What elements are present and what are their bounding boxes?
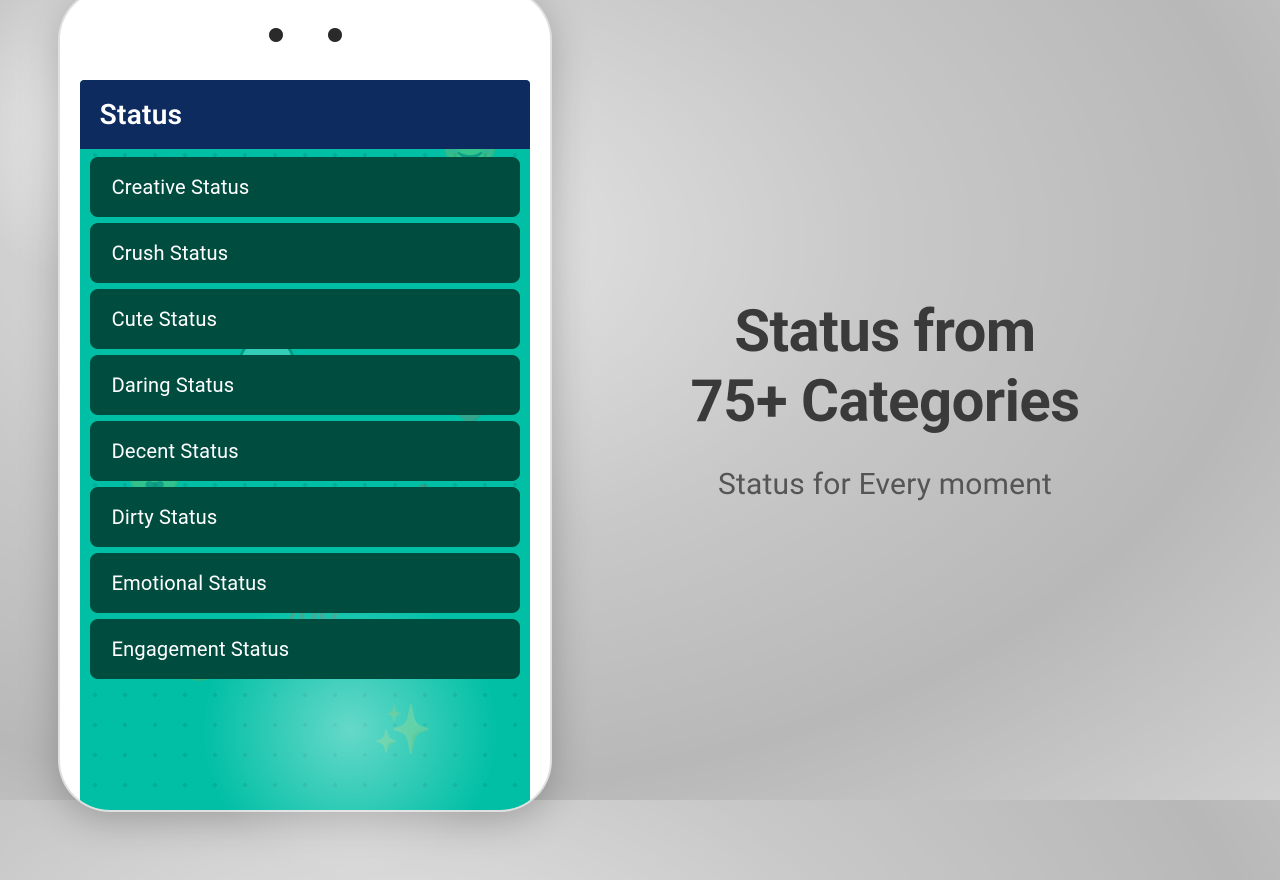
menu-item-daring[interactable]: Daring Status <box>90 355 521 415</box>
menu-list: Creative Status Crush Status Cute Status Da… <box>80 149 531 810</box>
app-header-title: Status <box>100 98 183 131</box>
promo-subtitle: Status for Every moment <box>718 467 1052 502</box>
menu-item-engagement[interactable]: Engagement Status <box>90 619 521 679</box>
menu-item-label-decent: Decent Status <box>112 439 239 463</box>
menu-item-label-engagement: Engagement Status <box>112 637 290 661</box>
menu-item-label-dirty: Dirty Status <box>112 505 218 529</box>
menu-item-decent[interactable]: Decent Status <box>90 421 521 481</box>
menu-item-dirty[interactable]: Dirty Status <box>90 487 521 547</box>
phone-camera <box>269 28 283 42</box>
phone-mockup: 😊 ❤️ 💬 😍 🔥 💯 😎 ✨ 😊 ❤️ Status Creative St… <box>60 0 550 800</box>
phone-top-bar <box>60 0 550 80</box>
menu-item-emotional[interactable]: Emotional Status <box>90 553 521 613</box>
phone-screen: 😊 ❤️ 💬 😍 🔥 💯 😎 ✨ 😊 ❤️ Status Creative St… <box>80 80 531 810</box>
menu-item-label-daring: Daring Status <box>112 373 235 397</box>
menu-item-label-crush: Crush Status <box>112 241 229 265</box>
menu-item-label-creative: Creative Status <box>112 175 250 199</box>
menu-item-creative[interactable]: Creative Status <box>90 157 521 217</box>
menu-item-label-cute: Cute Status <box>112 307 218 331</box>
phone-frame: 😊 ❤️ 💬 😍 🔥 💯 😎 ✨ 😊 ❤️ Status Creative St… <box>60 0 550 810</box>
app-header: Status <box>80 80 531 149</box>
menu-item-cute[interactable]: Cute Status <box>90 289 521 349</box>
promo-title: Status from75+ Categories <box>690 298 1079 437</box>
menu-item-label-emotional: Emotional Status <box>112 571 267 595</box>
right-content: Status from75+ Categories Status for Eve… <box>490 258 1280 542</box>
phone-speaker <box>328 28 342 42</box>
menu-item-crush[interactable]: Crush Status <box>90 223 521 283</box>
